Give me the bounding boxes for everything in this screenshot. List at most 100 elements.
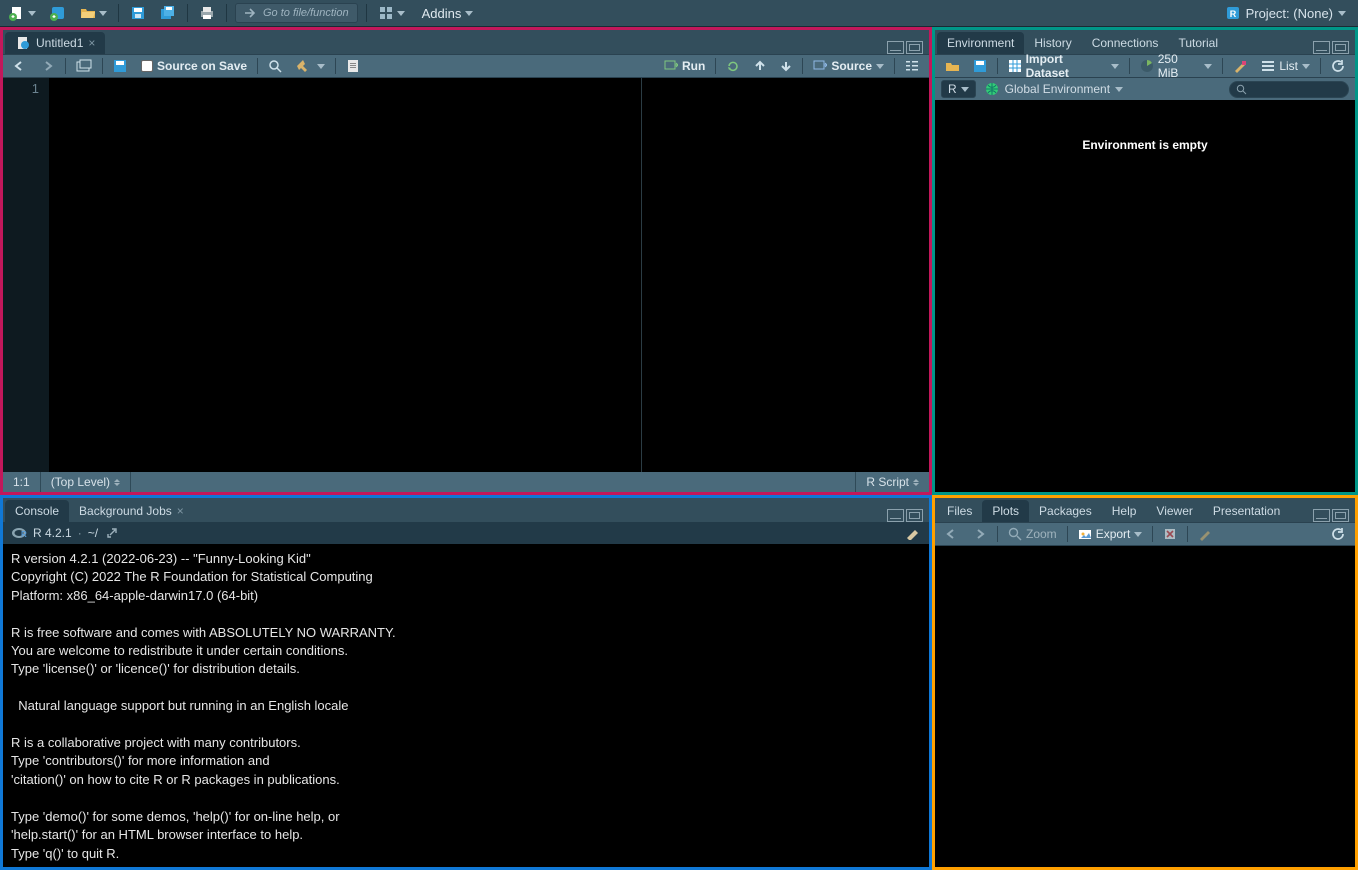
source-on-save-label: Source on Save [157,59,247,73]
addins-menu[interactable]: Addins [416,6,480,21]
working-dir-label: ~/ [88,526,98,540]
close-icon[interactable]: × [177,504,184,518]
rscript-file-icon [15,35,31,51]
env-scope-bar: R Global Environment [935,78,1355,100]
grid-data-icon [1008,59,1022,73]
console-header: R R 4.2.1 · ~/ [3,522,929,544]
refresh-env-button[interactable] [1327,56,1349,76]
language-selector[interactable]: R [941,80,976,98]
tab-presentation[interactable]: Presentation [1203,500,1290,522]
code-tools-button[interactable] [292,56,329,76]
save-all-button[interactable] [157,3,179,23]
pane-maximize-icon[interactable] [906,41,923,54]
new-file-button[interactable] [6,3,39,23]
console-tabs: Console Background Jobs× [3,498,929,522]
plot-next-button[interactable] [969,524,991,544]
clear-console-button[interactable] [905,525,921,541]
source-tab-untitled1[interactable]: Untitled1 × [5,32,105,54]
pane-maximize-icon[interactable] [906,509,923,522]
import-dataset-button[interactable]: Import Dataset [1004,56,1123,76]
console-output[interactable]: R version 4.2.1 (2022-06-23) -- "Funny-L… [3,544,929,867]
source-label: Source [831,59,872,73]
tab-environment[interactable]: Environment [937,32,1024,54]
tab-console[interactable]: Console [5,500,69,522]
nav-forward-button[interactable] [37,56,59,76]
env-toolbar: Import Dataset 250 MiB List [935,54,1355,78]
file-type-selector[interactable]: R Script [855,472,929,492]
go-to-prev-section-button[interactable] [750,56,770,76]
tab-background-jobs[interactable]: Background Jobs× [69,500,194,522]
save-icon [130,5,146,21]
pane-minimize-icon[interactable] [887,509,904,522]
tab-tutorial[interactable]: Tutorial [1168,32,1228,54]
new-project-icon [50,5,66,21]
tab-history[interactable]: History [1024,32,1081,54]
pane-maximize-icon[interactable] [1332,41,1349,54]
nav-back-button[interactable] [9,56,31,76]
plot-prev-button[interactable] [941,524,963,544]
save-button[interactable] [127,3,149,23]
print-button[interactable] [196,3,218,23]
env-tabs: Environment History Connections Tutorial [935,30,1355,54]
workspace-panes-button[interactable] [375,3,408,23]
environment-scope-selector[interactable]: Global Environment [984,81,1123,97]
compile-report-button[interactable] [342,56,364,76]
close-icon[interactable]: × [88,36,95,50]
svg-text:R: R [21,530,27,539]
scope-selector[interactable]: (Top Level) [41,472,131,492]
console-pane: Console Background Jobs× R R 4.2.1 · ~/ … [0,495,932,870]
cursor-position[interactable]: 1:1 [3,472,41,492]
pane-minimize-icon[interactable] [887,41,904,54]
load-workspace-button[interactable] [941,56,963,76]
source-pane: Untitled1 × Source on Save Run [0,27,932,495]
goto-file-function[interactable]: Go to file/function [235,3,358,23]
memory-usage-button[interactable]: 250 MiB [1136,56,1216,76]
run-label: Run [682,59,705,73]
export-button[interactable]: Export [1074,524,1147,544]
tab-packages[interactable]: Packages [1029,500,1102,522]
zoom-button[interactable]: Zoom [1004,524,1061,544]
goto-arrow-icon [242,5,258,21]
tab-connections[interactable]: Connections [1082,32,1169,54]
save-workspace-button[interactable] [969,56,991,76]
view-mode-button[interactable]: List [1257,56,1314,76]
goto-placeholder: Go to file/function [263,7,349,19]
save-all-icon [160,5,176,21]
plot-area [935,546,1355,867]
refresh-plots-button[interactable] [1327,524,1349,544]
line-gutter: 1 [3,78,49,472]
search-icon [1236,84,1247,95]
checkbox-icon [141,60,153,72]
source-dropdown-button[interactable]: Source [809,56,888,76]
env-search-input[interactable] [1229,81,1349,98]
rerun-button[interactable] [722,56,744,76]
tab-help[interactable]: Help [1102,500,1147,522]
popout-icon[interactable] [104,525,120,541]
find-replace-button[interactable] [264,56,286,76]
code-area[interactable] [49,78,929,472]
project-menu[interactable]: R Project: (None) [1219,5,1352,21]
source-script-icon [813,59,827,73]
new-project-button[interactable] [47,3,69,23]
run-button[interactable]: Run [660,56,709,76]
open-file-button[interactable] [77,3,110,23]
clear-workspace-button[interactable] [1229,56,1251,76]
plots-pane: Files Plots Packages Help Viewer Present… [932,495,1358,870]
outline-toggle-button[interactable] [901,56,923,76]
editor-area[interactable]: 1 [3,78,929,472]
remove-plot-button[interactable] [1159,524,1181,544]
show-in-new-window-button[interactable] [72,56,96,76]
environment-pane: Environment History Connections Tutorial… [932,27,1358,495]
tab-viewer[interactable]: Viewer [1146,500,1202,522]
tab-plots[interactable]: Plots [982,500,1029,522]
tab-files[interactable]: Files [937,500,982,522]
pane-maximize-icon[interactable] [1332,509,1349,522]
globe-icon [984,81,1000,97]
source-statusbar: 1:1 (Top Level) R Script [3,472,929,492]
pane-minimize-icon[interactable] [1313,41,1330,54]
go-to-next-section-button[interactable] [776,56,796,76]
save-source-button[interactable] [109,56,131,76]
clear-all-plots-button[interactable] [1194,524,1216,544]
pane-minimize-icon[interactable] [1313,509,1330,522]
source-on-save-toggle[interactable]: Source on Save [137,56,251,76]
